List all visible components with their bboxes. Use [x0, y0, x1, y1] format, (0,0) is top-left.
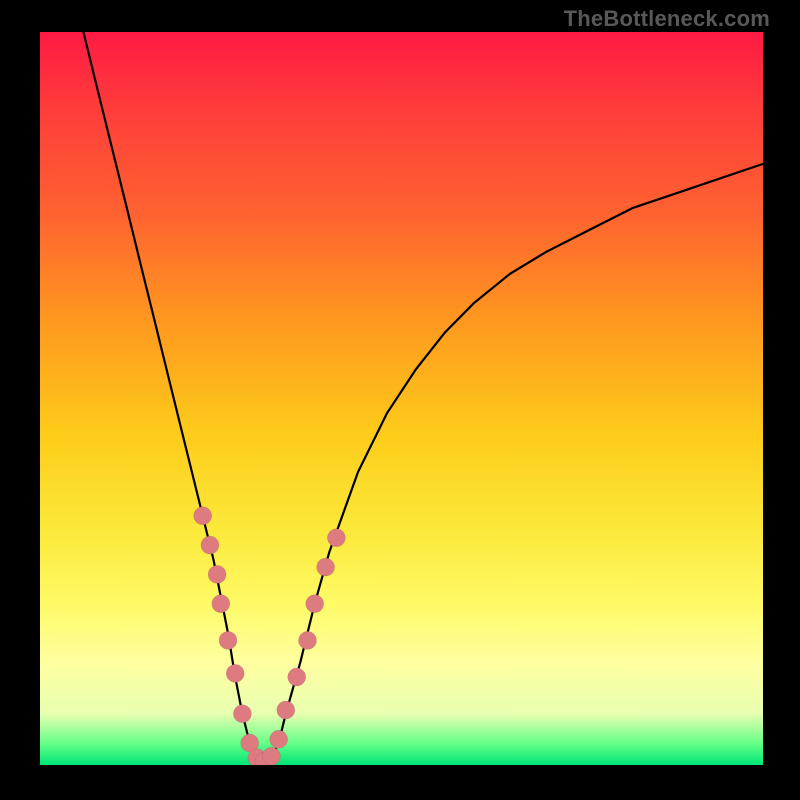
- data-marker: [288, 668, 306, 686]
- chart-svg: [40, 32, 763, 765]
- data-marker: [299, 631, 317, 649]
- data-marker: [270, 730, 288, 748]
- data-marker: [317, 558, 335, 576]
- data-marker: [226, 664, 244, 682]
- data-marker: [327, 529, 345, 547]
- data-marker: [262, 747, 280, 765]
- data-marker: [306, 595, 324, 613]
- data-marker: [233, 705, 251, 723]
- data-marker: [201, 536, 219, 554]
- data-marker: [212, 595, 230, 613]
- bottleneck-curve: [83, 32, 763, 765]
- watermark-text: TheBottleneck.com: [564, 6, 770, 32]
- data-marker: [208, 565, 226, 583]
- plot-area: [40, 32, 763, 765]
- data-marker: [219, 631, 237, 649]
- chart-frame: TheBottleneck.com: [0, 0, 800, 800]
- data-marker: [277, 701, 295, 719]
- data-marker: [194, 507, 212, 525]
- marker-group: [194, 507, 346, 765]
